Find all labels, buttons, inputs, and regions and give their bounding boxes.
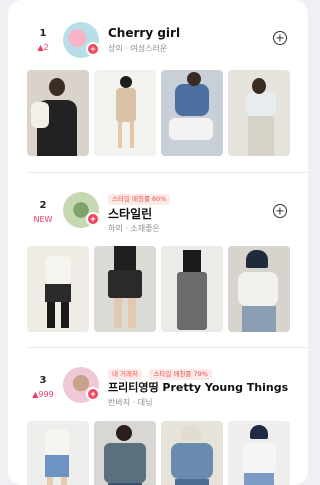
shop-tags: 하의 · 소재좋은 <box>108 224 160 233</box>
product-thumbnails <box>27 246 308 332</box>
rank-change: NEW <box>33 215 53 224</box>
plus-circle-icon[interactable] <box>273 204 287 218</box>
shop-item[interactable]: 1 ▲2 + Cherry girl 상의 · 여성스러운 <box>8 0 308 160</box>
shop-tags: 반바지 · 데님 <box>108 398 153 407</box>
ranking-card: 1 ▲2 + Cherry girl 상의 · 여성스러운 2 NEW + 스타… <box>8 0 308 485</box>
product-thumbnail[interactable] <box>228 70 290 156</box>
shop-name[interactable]: Cherry girl <box>108 26 180 40</box>
product-thumbnail[interactable] <box>27 70 89 156</box>
rank-change: ▲999 <box>32 390 54 399</box>
product-thumbnail[interactable] <box>228 421 290 485</box>
product-thumbnail[interactable] <box>161 246 223 332</box>
rank-number: 3 <box>39 375 47 386</box>
rank-indicator: 2 NEW <box>28 200 58 225</box>
shop-item[interactable]: 2 NEW + 스타일 매칭률 80% 스타일린 하의 · 소재좋은 <box>8 172 308 342</box>
product-thumbnail[interactable] <box>94 246 156 332</box>
rank-indicator: 1 ▲2 <box>28 28 58 53</box>
shop-tags: 상의 · 여성스러운 <box>108 44 168 53</box>
product-thumbnail[interactable] <box>161 70 223 156</box>
shop-name[interactable]: 프리티영띵 Pretty Young Things <box>108 379 288 395</box>
product-thumbnail[interactable] <box>27 246 89 332</box>
product-thumbnail[interactable] <box>94 421 156 485</box>
shop-item[interactable]: 3 ▲999 + 내 거래처 스타일 매칭률 79% 프리티영띵 Pretty … <box>8 347 308 485</box>
shop-pills: 스타일 매칭률 80% <box>108 188 173 206</box>
rank-indicator: 3 ▲999 <box>28 375 58 400</box>
shop-name[interactable]: 스타일린 <box>108 205 152 222</box>
rank-number: 1 <box>39 28 47 39</box>
product-thumbnails <box>27 70 308 156</box>
product-thumbnail[interactable] <box>27 421 89 485</box>
product-thumbnails <box>27 421 308 485</box>
plus-circle-icon[interactable] <box>273 31 287 45</box>
plus-badge-icon: + <box>86 212 100 226</box>
match-rate-pill: 스타일 매칭률 80% <box>108 194 171 205</box>
product-thumbnail[interactable] <box>94 70 156 156</box>
product-thumbnail[interactable] <box>228 246 290 332</box>
rank-number: 2 <box>39 200 47 211</box>
rank-change: ▲2 <box>37 43 49 52</box>
plus-badge-icon: + <box>86 387 100 401</box>
product-thumbnail[interactable] <box>161 421 223 485</box>
plus-badge-icon: + <box>86 42 100 56</box>
